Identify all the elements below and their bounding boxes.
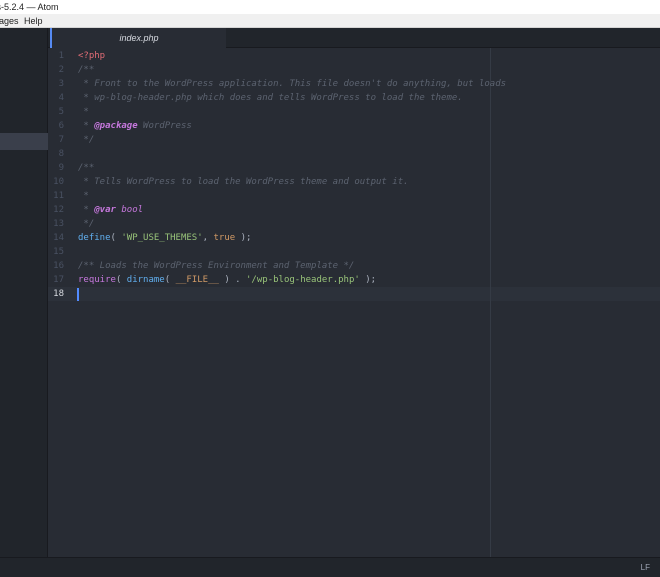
- code-line-11: *: [78, 191, 89, 201]
- keyword: require: [78, 275, 116, 285]
- menu-packages[interactable]: ages: [0, 14, 19, 28]
- comment-star: *: [78, 205, 95, 215]
- code-line-12: * @var bool: [78, 203, 143, 217]
- text-cursor: [77, 288, 79, 301]
- code-line-4: * wp-blog-header.php which does and tell…: [78, 93, 463, 103]
- code-line-3: * Front to the WordPress application. Th…: [78, 79, 507, 89]
- line-number: 9: [58, 163, 64, 173]
- string-literal: '/wp-blog-header.php': [246, 275, 360, 285]
- menu-help[interactable]: Help: [24, 14, 43, 28]
- line-number: 16: [53, 261, 64, 271]
- constant: true: [213, 233, 236, 243]
- code-line-10: * Tells WordPress to load the WordPress …: [78, 177, 409, 187]
- comment-star: *: [78, 121, 95, 131]
- tree-view-selected-item[interactable]: [0, 133, 48, 150]
- menu-bar: ages Help: [0, 14, 660, 28]
- punctuation: (: [115, 275, 127, 285]
- cursor-line-highlight: [48, 287, 660, 301]
- text-editor[interactable]: 1 2 3 4 5 6 7 8 9 10 11 12 13 14 15 16 1…: [48, 48, 660, 557]
- line-number: 1: [58, 51, 64, 61]
- docblock-tag: @var: [94, 205, 116, 215]
- punctuation: (: [110, 233, 122, 243]
- tab-label: index.php: [119, 33, 159, 43]
- code-line-13: */: [78, 219, 95, 229]
- line-number-gutter[interactable]: 1 2 3 4 5 6 7 8 9 10 11 12 13 14 15 16 1…: [48, 48, 68, 557]
- window-title: ss-5.2.4 — Atom: [0, 2, 59, 12]
- punctuation: (: [164, 275, 176, 285]
- function-name: dirname: [126, 275, 165, 285]
- wrap-guide: [490, 48, 491, 557]
- comment-text: WordPress: [137, 121, 192, 131]
- punctuation: ) .: [218, 275, 247, 285]
- line-number: 3: [58, 79, 64, 89]
- line-number: 6: [58, 121, 64, 131]
- tree-view-panel[interactable]: [0, 28, 48, 557]
- line-number: 2: [58, 65, 64, 75]
- docblock-tag: @package: [94, 121, 138, 131]
- code-line-1: <?php: [78, 49, 105, 63]
- line-number: 5: [58, 107, 64, 117]
- code-line-6: * @package WordPress: [78, 119, 192, 133]
- function-name: define: [78, 233, 111, 243]
- punctuation: ,: [202, 233, 214, 243]
- code-line-2: /**: [78, 65, 95, 75]
- string-literal: 'WP_USE_THEMES': [121, 233, 203, 243]
- tab-bar: index.php: [48, 28, 660, 48]
- line-number: 12: [53, 205, 64, 215]
- line-number: 15: [53, 247, 64, 257]
- line-number: 10: [53, 177, 64, 187]
- line-number: 17: [53, 275, 64, 285]
- line-number: 7: [58, 135, 64, 145]
- constant: __FILE__: [175, 275, 219, 285]
- code-line-9: /**: [78, 163, 95, 173]
- status-bar: LF: [0, 557, 660, 577]
- window-titlebar: ss-5.2.4 — Atom: [0, 0, 660, 14]
- code-line-7: */: [78, 135, 95, 145]
- line-ending-indicator[interactable]: LF: [641, 558, 650, 577]
- php-open-tag: <?php: [78, 51, 106, 61]
- code-line-14: define( 'WP_USE_THEMES', true );: [78, 231, 251, 245]
- line-number: 4: [58, 93, 64, 103]
- punctuation: );: [235, 233, 252, 243]
- line-number: 11: [53, 191, 64, 201]
- line-number: 14: [53, 233, 64, 243]
- line-number: 13: [53, 219, 64, 229]
- tab-index-php[interactable]: index.php: [50, 28, 226, 48]
- code-line-16: /** Loads the WordPress Environment and …: [78, 261, 355, 271]
- docblock-type: bool: [115, 205, 144, 215]
- line-number: 8: [58, 149, 64, 159]
- code-line-17: require( dirname( __FILE__ ) . '/wp-blog…: [78, 273, 376, 287]
- line-number-active: 18: [53, 289, 64, 299]
- punctuation: );: [359, 275, 377, 285]
- code-line-5: *: [78, 107, 89, 117]
